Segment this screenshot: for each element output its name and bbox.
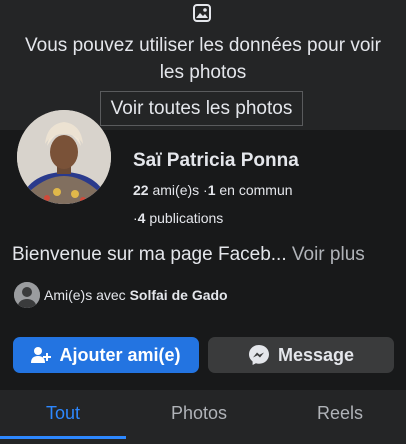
mutual-friend-name[interactable]: Solfai de Gado bbox=[130, 287, 228, 303]
mutual-friend-avatar bbox=[14, 282, 40, 308]
mutual-friend-prefix: Ami(e)s avec bbox=[44, 287, 126, 303]
photos-notice-text: Vous pouvez utiliser les données pour vo… bbox=[0, 32, 406, 86]
messenger-icon bbox=[248, 344, 270, 366]
message-label: Message bbox=[277, 344, 355, 365]
add-friend-label: Ajouter ami(e) bbox=[59, 344, 181, 365]
tab-photos[interactable]: Photos bbox=[136, 390, 262, 438]
posts-label: publications bbox=[149, 210, 224, 226]
mutual-friend-row[interactable]: Ami(e)s avec Solfai de Gado bbox=[14, 280, 228, 310]
friends-label: ami(e)s bbox=[152, 182, 200, 198]
mutual-friend-text: Ami(e)s avec Solfai de Gado bbox=[44, 287, 228, 303]
mutual-label: en commun bbox=[219, 182, 293, 198]
message-button[interactable]: Message bbox=[208, 337, 394, 373]
friends-summary: 22 ami(e)s ·1 en commun bbox=[133, 182, 293, 198]
add-friend-button[interactable]: Ajouter ami(e) bbox=[13, 337, 199, 373]
mutual-count: 1 bbox=[207, 182, 216, 198]
profile-photo bbox=[17, 110, 111, 204]
active-tab-indicator bbox=[0, 436, 126, 439]
friends-count: 22 bbox=[133, 182, 149, 198]
profile-name[interactable]: Saï Patricia Ponna bbox=[133, 150, 299, 172]
bio-text: Bienvenue sur ma page Faceb... bbox=[12, 244, 287, 265]
photos-notice-line2: les photos bbox=[159, 62, 247, 83]
see-all-photos-button[interactable]: Voir toutes les photos bbox=[100, 91, 303, 126]
photos-notice-line1: Vous pouvez utiliser les données pour vo… bbox=[25, 35, 381, 56]
profile-tabs: Tout Photos Reels bbox=[0, 390, 406, 444]
tab-reels[interactable]: Reels bbox=[277, 390, 403, 438]
add-person-icon bbox=[31, 345, 52, 365]
tab-tout[interactable]: Tout bbox=[0, 390, 126, 438]
profile-avatar[interactable] bbox=[17, 110, 111, 204]
posts-count: 4 bbox=[137, 210, 146, 226]
image-icon bbox=[193, 4, 211, 22]
posts-summary: ·4 publications bbox=[133, 210, 223, 226]
profile-bio: Bienvenue sur ma page Faceb... Voir plus bbox=[12, 244, 365, 266]
see-more-link[interactable]: Voir plus bbox=[292, 244, 365, 265]
